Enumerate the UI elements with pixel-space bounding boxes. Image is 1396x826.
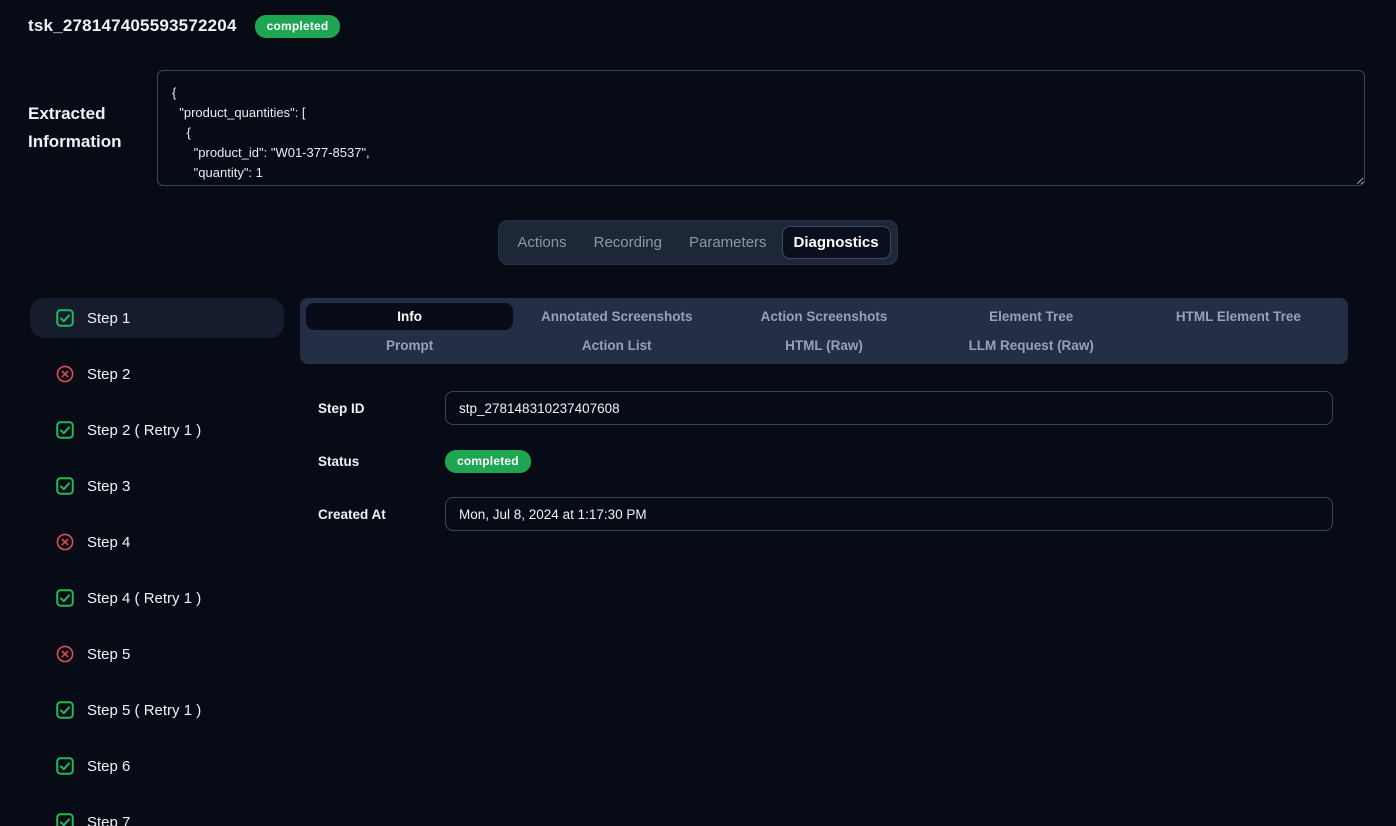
extracted-information-section: Extracted Information <box>28 70 1365 186</box>
step-detail-fields: Step ID Statuscompleted Created At <box>300 391 1348 531</box>
step-item-step-5[interactable]: Step 5 <box>30 634 284 674</box>
step-item-step-5-retry-1[interactable]: Step 5 ( Retry 1 ) <box>30 690 284 730</box>
subtab-llm-request-raw[interactable]: LLM Request (Raw) <box>928 332 1135 359</box>
subtab-prompt[interactable]: Prompt <box>306 332 513 359</box>
extracted-information-textarea[interactable] <box>157 70 1365 186</box>
diagnostics-subtab-bar: InfoAnnotated ScreenshotsAction Screensh… <box>300 298 1348 364</box>
step-label: Step 7 <box>87 814 130 826</box>
check-square-icon <box>56 477 74 495</box>
step-label: Step 6 <box>87 758 130 775</box>
x-circle-icon <box>56 645 74 663</box>
step-detail-panel: InfoAnnotated ScreenshotsAction Screensh… <box>300 298 1348 826</box>
status-label: Status <box>318 454 445 469</box>
check-square-icon <box>56 589 74 607</box>
step-item-step-4-retry-1[interactable]: Step 4 ( Retry 1 ) <box>30 578 284 618</box>
extracted-information-label: Extracted Information <box>28 100 138 156</box>
task-header: tsk_278147405593572204 completed <box>0 0 1396 38</box>
main-tab-bar: ActionsRecordingParametersDiagnostics <box>498 220 897 265</box>
tab-recording[interactable]: Recording <box>582 226 674 259</box>
step-item-step-1[interactable]: Step 1 <box>30 298 284 338</box>
content: Step 1 Step 2 Step 2 ( Retry 1 ) Step 3 Step… <box>30 298 1348 826</box>
step-item-step-2-retry-1[interactable]: Step 2 ( Retry 1 ) <box>30 410 284 450</box>
main-tab-bar-wrap: ActionsRecordingParametersDiagnostics <box>0 220 1396 265</box>
tab-parameters[interactable]: Parameters <box>677 226 779 259</box>
subtab-html-raw[interactable]: HTML (Raw) <box>720 332 927 359</box>
created-at-label: Created At <box>318 507 445 522</box>
step-item-step-2[interactable]: Step 2 <box>30 354 284 394</box>
step-id-input[interactable] <box>445 391 1333 425</box>
step-label: Step 5 <box>87 646 130 663</box>
step-label: Step 4 <box>87 534 130 551</box>
check-square-icon <box>56 757 74 775</box>
step-list: Step 1 Step 2 Step 2 ( Retry 1 ) Step 3 Step… <box>30 298 284 826</box>
subtab-html-element-tree[interactable]: HTML Element Tree <box>1135 303 1342 330</box>
created-at-field-row: Created At <box>318 497 1348 531</box>
subtab-annotated-screenshots[interactable]: Annotated Screenshots <box>513 303 720 330</box>
step-label: Step 1 <box>87 310 130 327</box>
step-label: Step 2 ( Retry 1 ) <box>87 422 201 439</box>
step-id-label: Step ID <box>318 401 445 416</box>
step-label: Step 5 ( Retry 1 ) <box>87 702 201 719</box>
check-square-icon <box>56 309 74 327</box>
subtab-element-tree[interactable]: Element Tree <box>928 303 1135 330</box>
x-circle-icon <box>56 533 74 551</box>
task-status-badge: completed <box>255 15 341 38</box>
step-item-step-7[interactable]: Step 7 <box>30 802 284 826</box>
status-badge-wrap: completed <box>445 450 1333 473</box>
subtab-action-list[interactable]: Action List <box>513 332 720 359</box>
task-id: tsk_278147405593572204 <box>28 16 237 36</box>
tab-actions[interactable]: Actions <box>505 226 578 259</box>
x-circle-icon <box>56 365 74 383</box>
step-id-field-row: Step ID <box>318 391 1348 425</box>
status-badge: completed <box>445 450 531 473</box>
subtab-action-screenshots[interactable]: Action Screenshots <box>720 303 927 330</box>
step-label: Step 3 <box>87 478 130 495</box>
tab-diagnostics[interactable]: Diagnostics <box>782 226 891 259</box>
step-item-step-3[interactable]: Step 3 <box>30 466 284 506</box>
subtab-empty-cell <box>1135 332 1342 359</box>
status-field-row: Statuscompleted <box>318 444 1348 478</box>
check-square-icon <box>56 701 74 719</box>
check-square-icon <box>56 421 74 439</box>
step-label: Step 2 <box>87 366 130 383</box>
created-at-input[interactable] <box>445 497 1333 531</box>
subtab-info[interactable]: Info <box>306 303 513 330</box>
step-item-step-4[interactable]: Step 4 <box>30 522 284 562</box>
step-item-step-6[interactable]: Step 6 <box>30 746 284 786</box>
step-label: Step 4 ( Retry 1 ) <box>87 590 201 607</box>
check-square-icon <box>56 813 74 826</box>
